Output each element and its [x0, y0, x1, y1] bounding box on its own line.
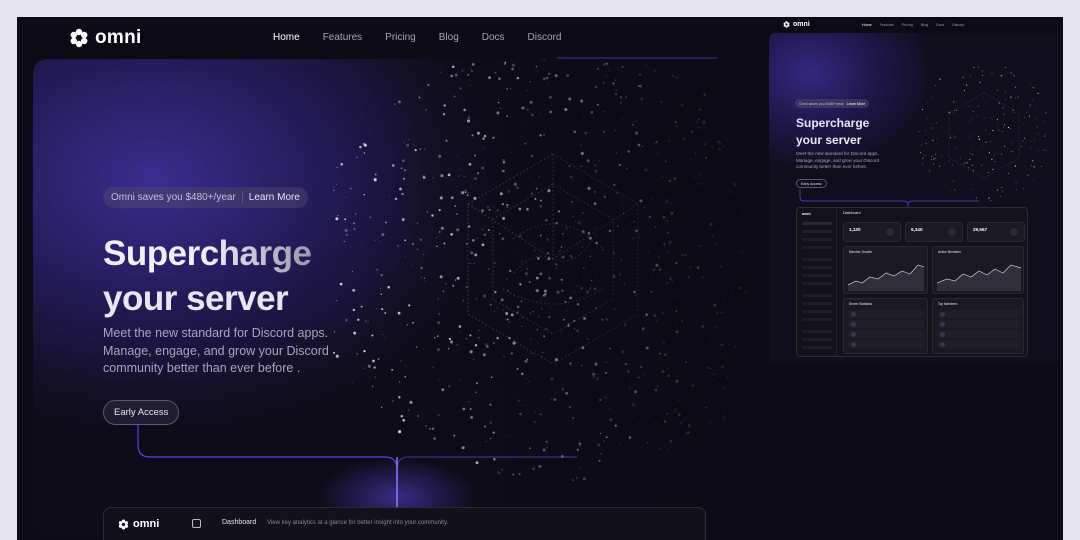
stat-icon	[886, 228, 894, 236]
sidebar-placeholder[interactable]	[802, 310, 832, 313]
collapse-sidebar-icon[interactable]	[192, 519, 201, 528]
sidebar-placeholder[interactable]	[802, 258, 832, 261]
sidebar-placeholder[interactable]	[802, 282, 832, 285]
list-item	[848, 320, 924, 328]
list-item	[848, 330, 924, 338]
dashboard-description: View key analytics at a glance for bette…	[267, 520, 449, 526]
early-access-button[interactable]: Early Access	[103, 400, 180, 425]
savings-text: Omni saves you $480+/year	[111, 192, 236, 203]
sidebar-placeholder[interactable]	[802, 274, 832, 277]
site-frame: omni Home Features Pricing Blog Docs Dis…	[17, 17, 1063, 540]
savings-badge: Omni saves you $480+/year Learn More	[103, 187, 308, 208]
stat-value: 1,120	[849, 227, 861, 232]
sidebar-placeholder[interactable]	[802, 222, 832, 225]
hero-subtitle: Meet the new standard for Discord apps. …	[103, 326, 329, 375]
sidebar-placeholder[interactable]	[802, 266, 832, 269]
hero-title-line2: your server	[103, 279, 289, 318]
sidebar-placeholder[interactable]	[802, 294, 832, 297]
active-members-card: Active Members	[932, 246, 1024, 294]
list-item	[937, 330, 1021, 338]
preview-dashboard-title: Dashboard	[843, 211, 861, 215]
top-members-card: Top Members	[932, 298, 1024, 354]
stat-icon	[948, 228, 956, 236]
list-item	[848, 340, 924, 348]
hero-title: Supercharge your server	[103, 231, 312, 321]
preview-dashboard-logo: omni	[802, 212, 811, 216]
stat-card: 1,120	[843, 222, 901, 242]
active-members-chart	[937, 264, 1021, 291]
sidebar-placeholder[interactable]	[802, 238, 832, 241]
stat-card: 6,340	[905, 222, 963, 242]
sidebar-placeholder[interactable]	[802, 230, 832, 233]
dashboard-brand: omni	[133, 518, 160, 530]
card-title: Server Statistics	[849, 302, 873, 306]
dashboard-preview: omni Dashboard View key analytics at a g…	[103, 507, 706, 540]
stat-value: 29,567	[973, 227, 988, 232]
sidebar-placeholder[interactable]	[802, 346, 832, 349]
member-growth-chart	[848, 264, 924, 291]
list-item	[937, 320, 1021, 328]
list-item	[848, 310, 924, 318]
stat-value: 6,340	[911, 227, 923, 232]
card-title: Top Members	[938, 302, 958, 306]
card-title: Active Members	[938, 250, 961, 254]
list-item	[937, 310, 1021, 318]
dashboard-title: Dashboard	[222, 519, 257, 526]
sidebar-placeholder[interactable]	[802, 338, 832, 341]
sidebar-placeholder[interactable]	[802, 330, 832, 333]
server-statistics-card: Server Statistics	[843, 298, 928, 354]
stat-card: 29,567	[967, 222, 1025, 242]
dashboard-logo: omni	[118, 518, 159, 530]
hero-title-line1: Supercharge	[103, 231, 312, 276]
sidebar-placeholder[interactable]	[802, 302, 832, 305]
learn-more-link[interactable]: Learn More	[249, 192, 300, 203]
sidebar-placeholder[interactable]	[802, 318, 832, 321]
sidebar-placeholder[interactable]	[802, 246, 832, 249]
list-item	[937, 340, 1021, 348]
preview-dashboard: omni Dashboard 1,120 6,340 29,567 Member…	[796, 207, 1028, 357]
member-growth-card: Member Growth	[843, 246, 928, 294]
badge-divider	[241, 191, 243, 204]
preview-dashboard-sidebar: omni	[797, 208, 837, 356]
card-title: Member Growth	[849, 250, 872, 254]
omni-flower-icon	[118, 518, 129, 530]
stat-icon	[1010, 228, 1018, 236]
